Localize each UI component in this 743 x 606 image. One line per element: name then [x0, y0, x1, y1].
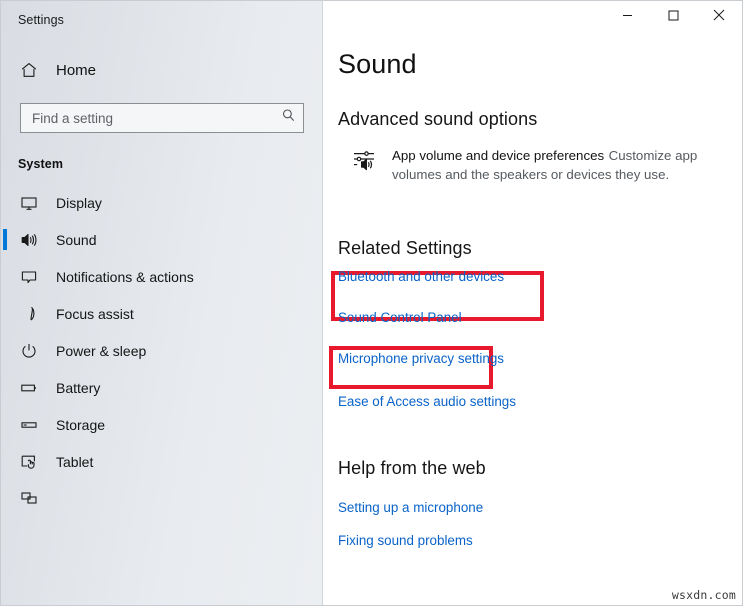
watermark: wsxdn.com — [672, 588, 736, 602]
window-title: Settings — [1, 1, 322, 27]
link-sound-control-panel[interactable]: Sound Control Panel — [338, 310, 462, 325]
sidebar-item-label: Notifications & actions — [56, 269, 194, 285]
sidebar: Settings Home System — [1, 1, 323, 605]
sidebar-item-power-sleep[interactable]: Power & sleep — [1, 332, 322, 369]
title-bar — [323, 1, 742, 33]
sidebar-item-sound[interactable]: Sound — [1, 221, 322, 258]
multitasking-icon — [19, 489, 38, 508]
sidebar-item-storage[interactable]: Storage — [1, 406, 322, 443]
sidebar-home-label: Home — [56, 62, 96, 79]
advanced-sound-options-heading: Advanced sound options — [338, 109, 742, 130]
battery-icon — [19, 378, 38, 397]
sidebar-item-label: Tablet — [56, 454, 93, 470]
sidebar-item-label: Sound — [56, 232, 96, 248]
search-icon[interactable] — [281, 108, 296, 128]
monitor-icon — [19, 193, 38, 212]
help-from-the-web-heading: Help from the web — [338, 458, 742, 479]
page-title: Sound — [338, 51, 742, 78]
tablet-icon — [19, 452, 38, 471]
search-box[interactable] — [20, 103, 304, 133]
close-icon — [713, 9, 725, 24]
sidebar-item-tablet[interactable]: Tablet — [1, 443, 322, 480]
power-icon — [19, 341, 38, 360]
volume-mixer-icon — [352, 149, 376, 173]
maximize-button[interactable] — [650, 1, 696, 32]
sidebar-item-label: Battery — [56, 380, 100, 396]
search-input[interactable] — [32, 111, 281, 126]
main-pane: Sound Advanced sound options — [323, 1, 742, 605]
link-setting-up-a-microphone[interactable]: Setting up a microphone — [338, 500, 483, 515]
sidebar-item-label: Storage — [56, 417, 105, 433]
sidebar-item-label: Focus assist — [56, 306, 134, 322]
moon-icon — [19, 304, 38, 323]
app-volume-title: App volume and device preferences — [392, 148, 604, 163]
sidebar-group-label: System — [1, 157, 322, 171]
sidebar-item-notifications[interactable]: Notifications & actions — [1, 258, 322, 295]
minimize-icon — [622, 9, 633, 24]
notification-icon — [19, 267, 38, 286]
sidebar-item-label: Display — [56, 195, 102, 211]
app-volume-preferences-item[interactable]: App volume and device preferences Custom… — [338, 147, 742, 185]
sidebar-item-display[interactable]: Display — [1, 184, 322, 221]
selection-accent — [3, 229, 7, 250]
storage-icon — [19, 415, 38, 434]
related-settings-heading: Related Settings — [338, 238, 742, 259]
link-bluetooth-and-other-devices[interactable]: Bluetooth and other devices — [338, 269, 504, 284]
sidebar-item-partial[interactable] — [1, 480, 322, 517]
close-button[interactable] — [696, 1, 742, 32]
link-fixing-sound-problems[interactable]: Fixing sound problems — [338, 533, 473, 548]
maximize-icon — [668, 9, 679, 24]
sidebar-nav: Display Sound — [1, 184, 322, 517]
home-icon — [19, 61, 38, 80]
sidebar-item-focus-assist[interactable]: Focus assist — [1, 295, 322, 332]
link-microphone-privacy-settings[interactable]: Microphone privacy settings — [338, 351, 504, 366]
sidebar-item-label: Power & sleep — [56, 343, 146, 359]
link-ease-of-access-audio-settings[interactable]: Ease of Access audio settings — [338, 394, 516, 409]
minimize-button[interactable] — [604, 1, 650, 32]
sidebar-item-home[interactable]: Home — [1, 53, 322, 87]
sidebar-item-battery[interactable]: Battery — [1, 369, 322, 406]
speaker-icon — [19, 230, 38, 249]
settings-window: Settings Home System — [0, 0, 743, 606]
